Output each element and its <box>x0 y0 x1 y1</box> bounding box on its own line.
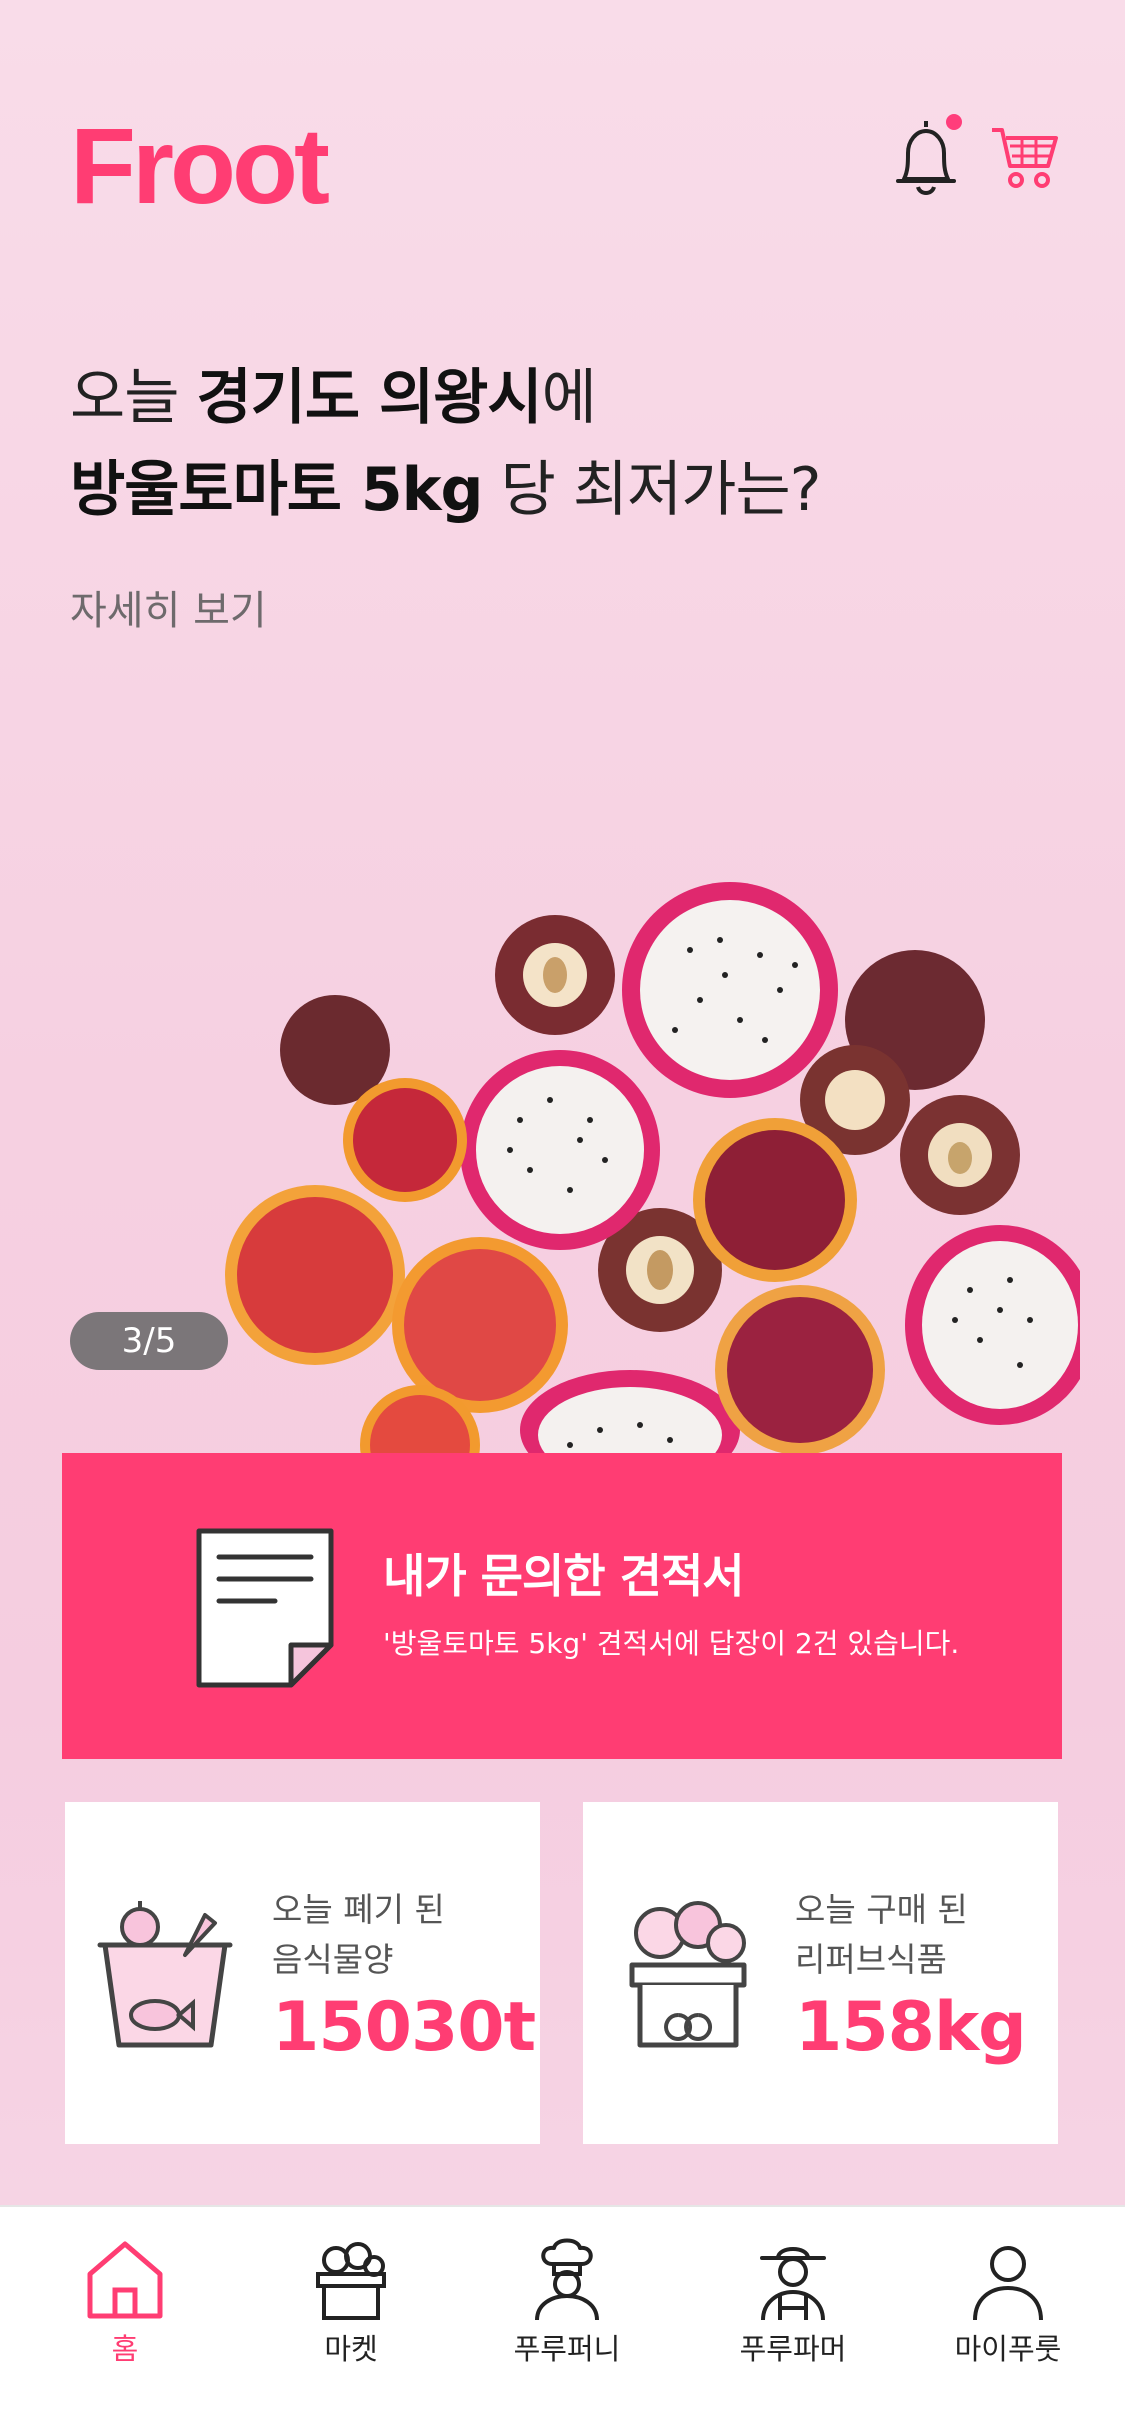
chef-icon <box>535 2238 599 2321</box>
nav-item-chef[interactable]: 푸루퍼니 <box>477 2230 657 2380</box>
hero-headline-line2: 방울토마토 5kg 당 최저가는? <box>70 455 822 525</box>
notification-badge-dot <box>946 114 962 130</box>
app-screen: Froot 오늘 경기도 의왕시에 방울토마토 5kg 당 최저가는? 자세히 … <box>0 0 1125 2436</box>
nav-label-my-froot: 마이푸룻 <box>954 2332 1062 2366</box>
nav-item-home[interactable]: 홈 <box>35 2230 215 2380</box>
more-details-link[interactable]: 자세히 보기 <box>70 578 267 636</box>
farmer-icon <box>760 2247 826 2321</box>
svg-text:Froot: Froot <box>70 108 329 218</box>
fruit-photo <box>225 882 1080 1455</box>
nav-label-home: 홈 <box>111 2332 139 2366</box>
hero-headline-line1: 오늘 경기도 의왕시에 <box>70 363 597 433</box>
shopping-cart-icon[interactable] <box>990 122 1060 192</box>
home-icon <box>87 2241 163 2319</box>
user-icon <box>973 2246 1043 2321</box>
food-waste-label: 오늘 폐기 된 음식물양 <box>272 1890 445 1979</box>
refurb-food-label: 오늘 구매 된 리퍼브식품 <box>795 1890 968 1979</box>
food-waste-bin-icon <box>97 1901 233 2048</box>
nav-label-market: 마켓 <box>324 2332 378 2366</box>
froot-logo[interactable]: Froot <box>70 108 330 218</box>
refurb-food-value: 158kg <box>795 1988 1027 2067</box>
food-waste-value: 15030t <box>272 1988 536 2067</box>
nav-label-farmer: 푸루파머 <box>739 2332 847 2366</box>
nav-item-market[interactable]: 마켓 <box>261 2230 441 2380</box>
nav-item-farmer[interactable]: 푸루파머 <box>703 2230 883 2380</box>
quote-banner-subtitle: '방울토마토 5kg' 견적서에 답장이 2건 있습니다. <box>383 1627 960 1660</box>
quote-banner-title: 내가 문의한 견적서 <box>383 1549 745 1603</box>
document-icon <box>196 1528 334 1688</box>
carousel-page-indicator: 3/5 <box>70 1312 228 1370</box>
nav-label-chef: 푸루퍼니 <box>513 2332 621 2366</box>
nav-item-my-froot[interactable]: 마이푸룻 <box>918 2230 1098 2380</box>
market-basket-icon <box>316 2242 386 2320</box>
refurb-basket-icon <box>629 1901 747 2048</box>
